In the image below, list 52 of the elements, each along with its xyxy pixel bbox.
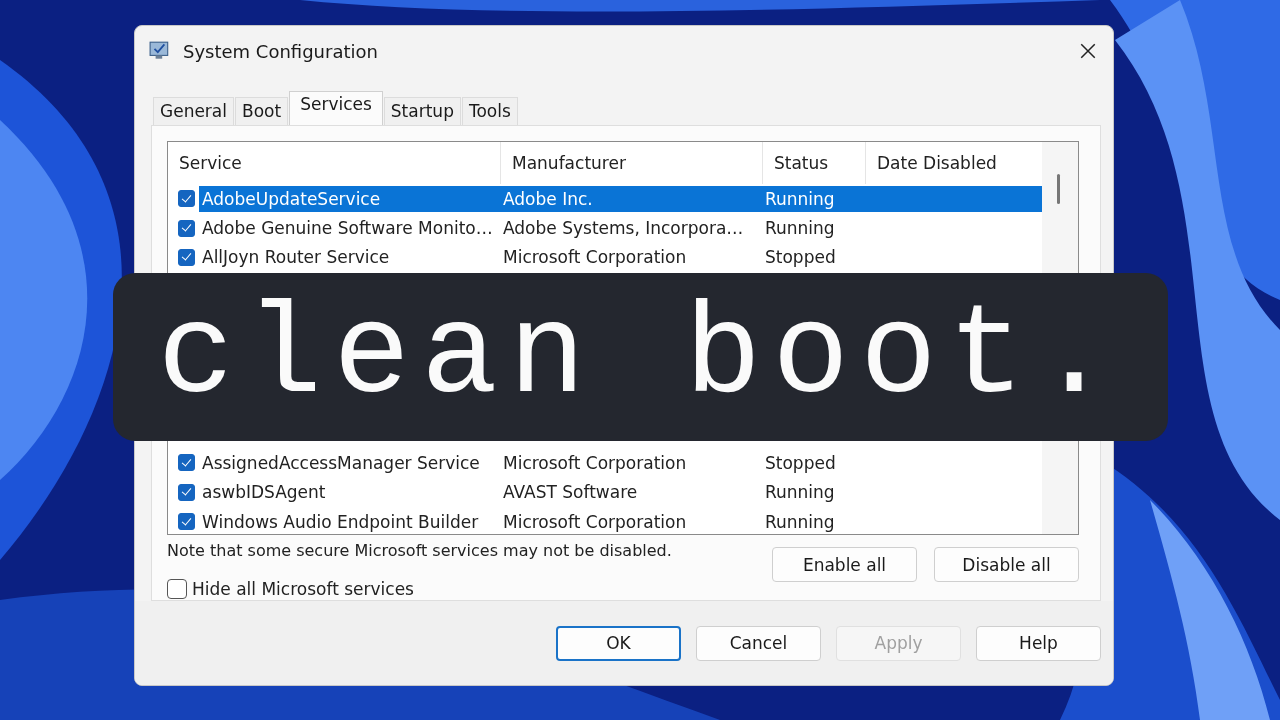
table-cell-text: Stopped: [765, 452, 837, 473]
tab[interactable]: Services: [289, 91, 383, 125]
table-cell-text: Running: [765, 218, 836, 239]
button[interactable]: Help: [976, 625, 1101, 661]
table-cell-text: AdobeUpdateService: [201, 188, 382, 209]
window-title: System Configuration: [182, 40, 379, 62]
table-cell-text: Adobe Genuine Software Monito…: [201, 218, 494, 239]
tab[interactable]: Boot: [235, 97, 289, 125]
checkbox[interactable]: [167, 579, 187, 599]
close-icon[interactable]: [1079, 42, 1097, 60]
table-cell-text: Microsoft Corporation: [503, 452, 688, 473]
checkbox-label[interactable]: Hide all Microsoft services: [192, 579, 414, 599]
button[interactable]: Cancel: [696, 625, 821, 661]
button[interactable]: Disable all: [934, 547, 1079, 582]
table-row[interactable]: AllJoyn Router Service Microsoft Corporation Stopped: [199, 244, 1042, 271]
table-cell-text: Windows Audio Endpoint Builder: [201, 511, 480, 532]
tab[interactable]: General: [153, 97, 234, 125]
table-cell-text: AssignedAccessManager Service: [201, 452, 481, 473]
checkbox[interactable]: [178, 248, 195, 266]
checkbox[interactable]: [178, 454, 195, 472]
button[interactable]: OK: [556, 625, 681, 661]
table-cell-text: Adobe Systems, Incorpora…: [503, 218, 745, 239]
column-header[interactable]: Status: [763, 142, 866, 184]
note-text: Note that some secure Microsoft services may not be disabled.: [167, 541, 672, 560]
table-row[interactable]: Adobe Genuine Software Monito… Adobe Systems, Incorpora… Running: [199, 215, 1042, 242]
scroll-thumb[interactable]: [1057, 174, 1060, 204]
tab[interactable]: Startup: [383, 97, 461, 125]
checkbox[interactable]: [178, 190, 195, 208]
table-cell-text: Stopped: [765, 247, 837, 268]
checkbox[interactable]: [178, 219, 195, 237]
caption-text: clean boot.: [157, 293, 1124, 421]
checkbox[interactable]: [178, 513, 195, 531]
table-cell-text: Running: [765, 482, 836, 503]
tab[interactable]: Tools: [461, 97, 518, 125]
table-row[interactable]: aswbIDSAgent AVAST Software Running: [199, 479, 1042, 506]
table-cell-text: Running: [765, 511, 836, 532]
table-cell-text: Microsoft Corporation: [503, 511, 688, 532]
table-cell-text: AllJoyn Router Service: [201, 247, 391, 268]
table-row[interactable]: Windows Audio Endpoint Builder Microsoft Corporation Running: [199, 508, 1042, 534]
table-cell-text: aswbIDSAgent: [201, 482, 327, 503]
table-cell-text: Adobe Inc.: [503, 188, 594, 209]
button[interactable]: Enable all: [772, 547, 917, 582]
monitor-icon: [149, 40, 171, 62]
column-header[interactable]: Date Disabled: [866, 142, 1042, 184]
column-header[interactable]: Manufacturer: [501, 142, 763, 184]
table-cell-text: Running: [765, 188, 836, 209]
column-header[interactable]: Service: [168, 142, 501, 184]
table-cell-text: AVAST Software: [503, 482, 639, 503]
selected-row[interactable]: AdobeUpdateService Adobe Inc. Running: [199, 185, 1042, 212]
table-row[interactable]: AssignedAccessManager Service Microsoft Corporation Stopped: [199, 449, 1042, 476]
checkbox[interactable]: [178, 483, 195, 501]
table-cell-text: Microsoft Corporation: [503, 247, 688, 268]
